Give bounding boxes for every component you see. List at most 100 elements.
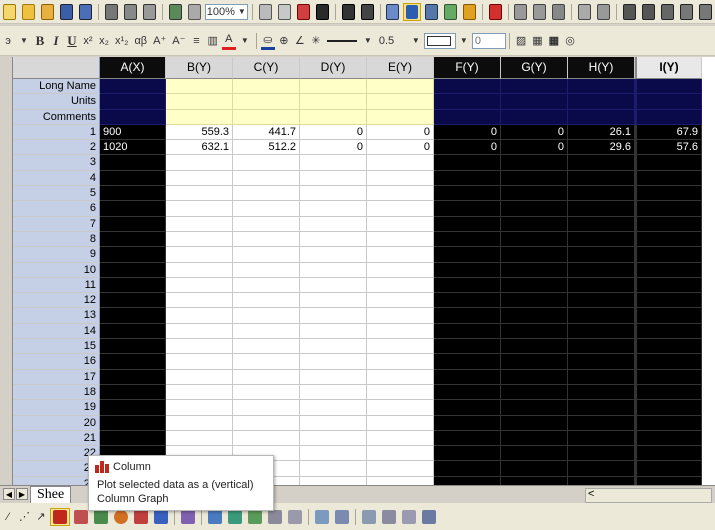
data-cell[interactable]: 0: [501, 124, 568, 141]
data-cell[interactable]: [166, 247, 233, 263]
data-cell[interactable]: [434, 461, 501, 477]
save-template-icon[interactable]: [77, 3, 94, 21]
font-color-icon[interactable]: A: [221, 32, 236, 50]
data-cell[interactable]: [367, 354, 434, 370]
border-style-dropdown[interactable]: ▼: [457, 32, 471, 50]
data-cell[interactable]: [300, 277, 367, 294]
data-cell[interactable]: [635, 339, 702, 355]
data-cell[interactable]: [635, 247, 702, 263]
data-cell[interactable]: [568, 323, 635, 340]
data-cell[interactable]: [300, 155, 367, 171]
data-cell[interactable]: [367, 339, 434, 355]
data-cell[interactable]: [568, 262, 635, 278]
data-cell[interactable]: [100, 339, 166, 355]
label-cell[interactable]: [434, 79, 501, 95]
data-cell[interactable]: [501, 170, 568, 187]
data-cell[interactable]: [501, 277, 568, 294]
label-cell[interactable]: [568, 79, 635, 95]
data-cell[interactable]: [568, 400, 635, 416]
data-cell[interactable]: [166, 277, 233, 294]
data-cell[interactable]: [568, 216, 635, 232]
results-log-icon[interactable]: [403, 2, 421, 21]
data-cell[interactable]: [300, 354, 367, 370]
data-cell[interactable]: [434, 369, 501, 385]
row-number[interactable]: 3: [13, 155, 100, 171]
data-cell[interactable]: [434, 277, 501, 294]
merge-cells-icon[interactable]: ▥: [205, 32, 219, 50]
row-number[interactable]: 5: [13, 186, 100, 202]
data-cell[interactable]: [434, 384, 501, 401]
column-header-i[interactable]: I(Y): [635, 57, 702, 79]
data-cell[interactable]: [100, 415, 166, 431]
row-number[interactable]: 1: [13, 124, 100, 141]
data-cell[interactable]: [568, 201, 635, 217]
data-cell[interactable]: [300, 216, 367, 232]
smart-hint-icon[interactable]: [186, 3, 203, 21]
data-cell[interactable]: 441.7: [233, 124, 300, 141]
row-number[interactable]: 2: [13, 140, 100, 156]
data-cell[interactable]: [367, 216, 434, 232]
data-cell[interactable]: [635, 216, 702, 232]
data-cell[interactable]: [300, 476, 367, 485]
column-header-h[interactable]: H(Y): [568, 57, 635, 79]
superscript-icon[interactable]: x²: [81, 32, 95, 50]
font-color-dropdown[interactable]: ▼: [238, 32, 252, 50]
data-cell[interactable]: [635, 262, 702, 278]
statistics-on-columns-icon[interactable]: [512, 3, 529, 21]
data-cell[interactable]: [233, 323, 300, 340]
data-cell[interactable]: [568, 339, 635, 355]
bar-chart-icon[interactable]: [621, 3, 638, 21]
data-cell[interactable]: [300, 170, 367, 187]
data-cell[interactable]: [635, 308, 702, 324]
open-icon[interactable]: [20, 3, 37, 21]
data-cell[interactable]: [166, 308, 233, 324]
data-cell[interactable]: [233, 170, 300, 187]
data-cell[interactable]: [501, 384, 568, 401]
data-cell[interactable]: [635, 155, 702, 171]
data-cell[interactable]: [501, 354, 568, 370]
label-cell[interactable]: [300, 79, 367, 95]
column-header-d[interactable]: D(Y): [300, 57, 367, 79]
data-cell[interactable]: [568, 384, 635, 401]
line-color-icon[interactable]: ∠: [293, 32, 307, 50]
data-cell[interactable]: [300, 446, 367, 462]
data-cell[interactable]: [233, 384, 300, 401]
column-header-c[interactable]: C(Y): [233, 57, 300, 79]
row-number[interactable]: 15: [13, 339, 100, 355]
data-cell[interactable]: [367, 415, 434, 431]
data-cell[interactable]: [233, 308, 300, 324]
new-workbook-icon[interactable]: [314, 3, 331, 21]
data-cell[interactable]: [635, 461, 702, 477]
data-cell[interactable]: [568, 354, 635, 370]
data-cell[interactable]: [635, 231, 702, 248]
zoom-combo[interactable]: 100% ▼: [204, 3, 248, 20]
data-cell[interactable]: [434, 201, 501, 217]
data-cell[interactable]: [434, 262, 501, 278]
data-cell[interactable]: [166, 293, 233, 309]
data-cell[interactable]: [233, 354, 300, 370]
data-cell[interactable]: [166, 170, 233, 187]
data-cell[interactable]: [635, 384, 702, 401]
data-cell[interactable]: [233, 262, 300, 278]
row-number[interactable]: 24: [13, 476, 100, 485]
row-number[interactable]: 16: [13, 354, 100, 370]
data-cell[interactable]: [501, 186, 568, 202]
row-number[interactable]: 9: [13, 247, 100, 263]
data-cell[interactable]: 0: [300, 140, 367, 156]
data-cell[interactable]: [367, 323, 434, 340]
data-cell[interactable]: [233, 293, 300, 309]
label-cell[interactable]: [100, 109, 166, 125]
column-header-e[interactable]: E(Y): [367, 57, 434, 79]
data-cell[interactable]: [233, 415, 300, 431]
row-number[interactable]: 4: [13, 170, 100, 187]
data-cell[interactable]: [100, 231, 166, 248]
column-header-f[interactable]: F(Y): [434, 57, 501, 79]
script-window-icon[interactable]: [423, 3, 440, 21]
data-cell[interactable]: [367, 476, 434, 485]
data-cell[interactable]: [568, 155, 635, 171]
label-cell[interactable]: [635, 109, 702, 125]
italic-button[interactable]: I: [49, 32, 63, 50]
data-cell[interactable]: 559.3: [166, 124, 233, 141]
data-cell[interactable]: [367, 170, 434, 187]
data-cell[interactable]: [233, 186, 300, 202]
